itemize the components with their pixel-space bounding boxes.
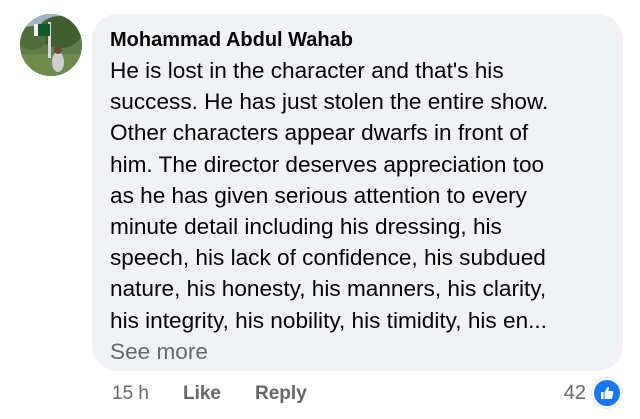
comment-text-line: speech, his lack of confidence, his subd… [110, 245, 546, 271]
reply-button[interactable]: Reply [255, 383, 307, 405]
comment-text-line: nature, his honesty, his manners, his cl… [110, 276, 547, 302]
reaction-summary[interactable]: 42 [564, 378, 622, 408]
comment-text-line: success. He has just stolen the entire s… [110, 89, 549, 115]
comment-text-line: minute detail including his dressing, hi… [110, 214, 502, 240]
comment-bubble: Mohammad Abdul Wahab He is lost in the c… [92, 14, 623, 371]
like-button[interactable]: Like [183, 383, 221, 405]
avatar-image [20, 14, 82, 76]
comment-author[interactable]: Mohammad Abdul Wahab [110, 27, 605, 53]
reaction-count: 42 [563, 381, 586, 404]
avatar[interactable] [20, 14, 82, 76]
comment-text-line: He is lost in the character and that's h… [110, 58, 504, 83]
comment-timestamp[interactable]: 15 h [112, 383, 149, 405]
comment-text-line: as he has given serious attention to eve… [110, 182, 527, 208]
comment-text-line: his integrity, his nobility, his timidit… [110, 307, 547, 333]
comment-text: He is lost in the character and that's h… [110, 55, 605, 336]
comment-text-line: him. The director deserves appreciation … [110, 151, 545, 177]
comment-text-line: Other characters appear dwarfs in front … [110, 120, 529, 146]
comment-actions: 15 h Like Reply [112, 380, 307, 408]
thumbs-up-icon [592, 378, 622, 408]
see-more-link[interactable]: See more [110, 336, 605, 367]
comment: Mohammad Abdul Wahab He is lost in the c… [0, 0, 640, 419]
